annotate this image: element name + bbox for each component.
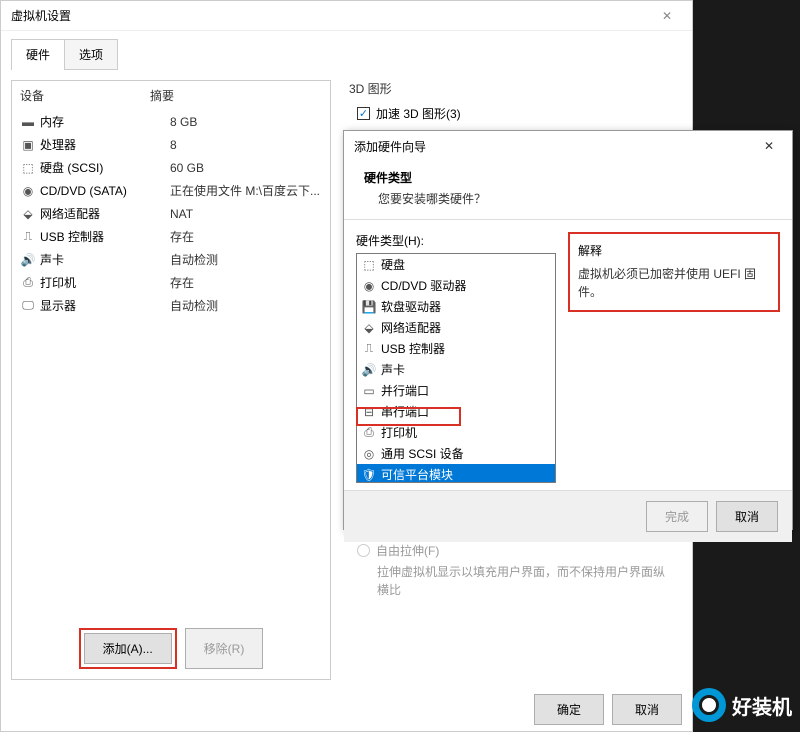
- window-title: 虚拟机设置: [11, 7, 71, 24]
- titlebar: 虚拟机设置 ✕: [1, 1, 692, 31]
- wizard-item-parallel[interactable]: ▭并行端口: [357, 380, 555, 401]
- hw-row-disk[interactable]: ⬚硬盘 (SCSI)60 GB: [12, 156, 330, 179]
- wizard-header-title: 硬件类型: [364, 169, 772, 186]
- scsi-icon: ◎: [361, 447, 377, 461]
- hardware-list: ▬内存8 GB ▣处理器8 ⬚硬盘 (SCSI)60 GB ◉CD/DVD (S…: [12, 110, 330, 618]
- serial-port-icon: ⊟: [361, 405, 377, 419]
- accel-3d-checkbox-row[interactable]: ✓ 加速 3D 图形(3): [357, 105, 674, 122]
- hw-row-printer[interactable]: ⎙打印机存在: [12, 271, 330, 294]
- wizard-item-scsi[interactable]: ◎通用 SCSI 设备: [357, 443, 555, 464]
- tab-options[interactable]: 选项: [64, 39, 118, 70]
- explain-label: 解释: [578, 242, 770, 259]
- checkbox-icon: ✓: [357, 107, 370, 120]
- memory-icon: ▬: [20, 115, 36, 129]
- stretch-label: 自由拉伸(F): [376, 542, 439, 559]
- wizard-cancel-button[interactable]: 取消: [716, 501, 778, 532]
- wizard-item-printer[interactable]: ⎙打印机: [357, 422, 555, 443]
- wizard-item-net[interactable]: ⬙网络适配器: [357, 317, 555, 338]
- hardware-type-label: 硬件类型(H):: [356, 232, 556, 249]
- watermark-text: 好装机: [732, 691, 792, 720]
- wizard-item-cd[interactable]: ◉CD/DVD 驱动器: [357, 275, 555, 296]
- network-icon: ⬙: [361, 321, 377, 335]
- cd-icon: ◉: [361, 279, 377, 293]
- disk-icon: ⬚: [20, 161, 36, 175]
- display-icon: 🖵: [20, 299, 36, 313]
- col-summary: 摘要: [150, 87, 174, 104]
- explanation-box: 解释 虚拟机必须已加密并使用 UEFI 固件。: [568, 232, 780, 312]
- radio-icon: [357, 544, 370, 557]
- usb-icon: ⎍: [361, 342, 377, 356]
- graphics-title: 3D 图形: [349, 80, 674, 97]
- cancel-button[interactable]: 取消: [612, 694, 682, 725]
- watermark: 好装机: [692, 688, 792, 722]
- col-device: 设备: [20, 87, 150, 104]
- sound-icon: 🔊: [361, 363, 377, 377]
- hw-row-usb[interactable]: ⎍USB 控制器存在: [12, 225, 330, 248]
- dialog-buttons: 确定 取消: [534, 694, 682, 725]
- add-button-highlight: 添加(A)...: [79, 628, 177, 669]
- hw-row-net[interactable]: ⬙网络适配器NAT: [12, 202, 330, 225]
- wizard-item-usb[interactable]: ⎍USB 控制器: [357, 338, 555, 359]
- wizard-item-floppy[interactable]: 💾软盘驱动器: [357, 296, 555, 317]
- hw-row-cd[interactable]: ◉CD/DVD (SATA)正在使用文件 M:\百度云下...: [12, 179, 330, 202]
- wizard-close-icon[interactable]: ✕: [756, 135, 782, 157]
- hw-row-display[interactable]: 🖵显示器自动检测: [12, 294, 330, 317]
- add-hardware-wizard: 添加硬件向导 ✕ 硬件类型 您要安装哪类硬件？ 硬件类型(H): ⬚硬盘 ◉CD…: [343, 130, 793, 530]
- remove-button: 移除(R): [185, 628, 264, 669]
- wizard-item-serial[interactable]: ⊟串行端口: [357, 401, 555, 422]
- ok-button[interactable]: 确定: [534, 694, 604, 725]
- wizard-item-disk[interactable]: ⬚硬盘: [357, 254, 555, 275]
- free-stretch-radio[interactable]: 自由拉伸(F): [357, 542, 666, 559]
- hardware-list-panel: 设备 摘要 ▬内存8 GB ▣处理器8 ⬚硬盘 (SCSI)60 GB ◉CD/…: [11, 80, 331, 680]
- printer-icon: ⎙: [20, 276, 36, 290]
- wizard-title: 添加硬件向导: [354, 138, 426, 155]
- tpm-icon: 🛡: [361, 468, 377, 482]
- cd-icon: ◉: [20, 184, 36, 198]
- wizard-item-tpm[interactable]: 🛡可信平台模块: [357, 464, 555, 483]
- tabs: 硬件 选项: [1, 31, 692, 70]
- usb-icon: ⎍: [20, 230, 36, 244]
- close-icon[interactable]: ✕: [652, 1, 682, 31]
- tab-hardware[interactable]: 硬件: [11, 39, 65, 70]
- cpu-icon: ▣: [20, 138, 36, 152]
- hw-row-sound[interactable]: 🔊声卡自动检测: [12, 248, 330, 271]
- printer-icon: ⎙: [361, 426, 377, 440]
- explain-text: 虚拟机必须已加密并使用 UEFI 固件。: [578, 265, 770, 301]
- wizard-header: 硬件类型 您要安装哪类硬件？: [344, 161, 792, 220]
- parallel-port-icon: ▭: [361, 384, 377, 398]
- wizard-titlebar: 添加硬件向导 ✕: [344, 131, 792, 161]
- wizard-header-sub: 您要安装哪类硬件？: [378, 190, 772, 207]
- hw-row-cpu[interactable]: ▣处理器8: [12, 133, 330, 156]
- wizard-item-sound[interactable]: 🔊声卡: [357, 359, 555, 380]
- disk-icon: ⬚: [361, 258, 377, 272]
- accel-3d-label: 加速 3D 图形(3): [376, 105, 461, 122]
- finish-button: 完成: [646, 501, 708, 532]
- hw-row-memory[interactable]: ▬内存8 GB: [12, 110, 330, 133]
- add-button[interactable]: 添加(A)...: [84, 633, 172, 664]
- hardware-type-list[interactable]: ⬚硬盘 ◉CD/DVD 驱动器 💾软盘驱动器 ⬙网络适配器 ⎍USB 控制器 🔊…: [356, 253, 556, 483]
- network-icon: ⬙: [20, 207, 36, 221]
- stretch-hint: 拉伸虚拟机显示以填充用户界面，而不保持用户界面纵横比: [377, 563, 666, 599]
- sound-icon: 🔊: [20, 253, 36, 267]
- floppy-icon: 💾: [361, 300, 377, 314]
- watermark-logo-icon: [692, 688, 726, 722]
